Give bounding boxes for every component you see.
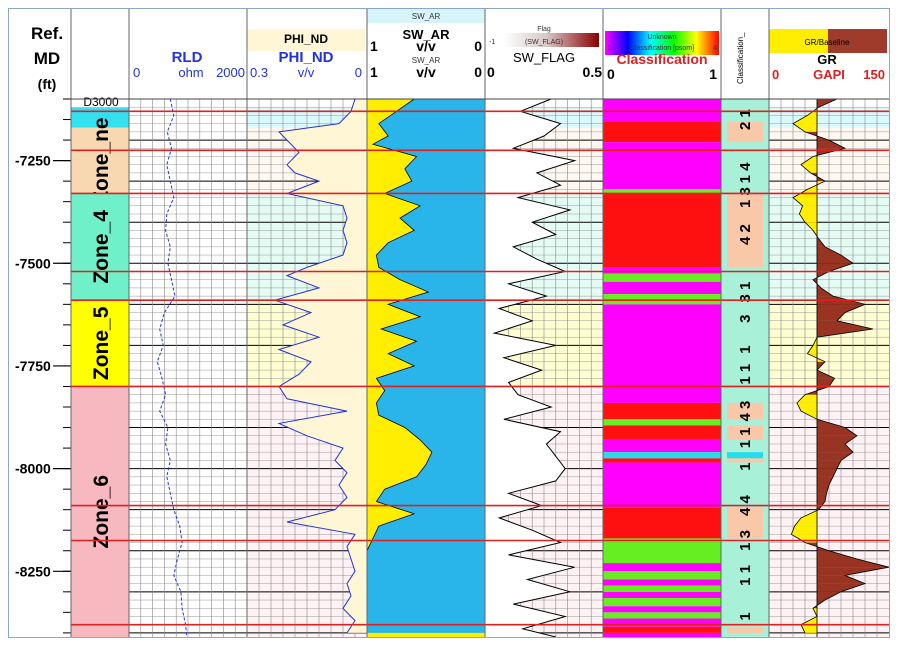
flag-min: 0 [487, 64, 495, 80]
classification-number-label: 3 1 [737, 282, 754, 303]
sw-sub-left: 1 [370, 64, 378, 80]
flag-small-right: 2 [595, 39, 599, 46]
gr-track-name: GR [817, 52, 837, 67]
classification-number-label: 1 [737, 612, 754, 620]
classification-interval [603, 267, 721, 274]
classification-interval [603, 462, 721, 508]
zone-label: Zone_ne [90, 117, 113, 203]
depth-tick-label: -8250 [15, 563, 51, 579]
classification-number-label: 1 1 [737, 364, 754, 385]
classification-number-label: 4 2 [737, 224, 754, 245]
zone-label: Zone_5 [90, 306, 113, 380]
rld-min: 0 [133, 65, 140, 80]
rld-unit: ohm [178, 65, 203, 80]
classification-interval [603, 304, 721, 403]
classification-interval [603, 571, 721, 580]
classification-number-label: 1 4 [737, 162, 754, 184]
classification-interval [603, 439, 721, 453]
gr-max: 150 [863, 67, 885, 82]
sw-unit: v/v [416, 38, 436, 54]
depth-title-line1: Ref. [31, 24, 63, 43]
well-log-panel: Ref. MD (ft) D3000 RLD 0 ohm 2000 PHI_ND… [8, 8, 890, 638]
classification-interval [603, 402, 721, 420]
classification-interval [603, 458, 721, 463]
sw-sub-unit: v/v [416, 64, 436, 80]
classification-interval [603, 281, 721, 295]
classification-interval [603, 626, 721, 633]
phi-unit: v/v [298, 65, 315, 80]
phi-max: 0 [355, 65, 362, 80]
zone-label: Zone_6 [90, 475, 113, 549]
gr-unit: GAPI [813, 67, 845, 82]
classification-interval [603, 612, 721, 619]
depth-tick-label: -7250 [15, 153, 51, 169]
track-area: -7250 -7500 -7750 -8000 -8250 Zone_ne Zone_4 Zo… [9, 98, 889, 637]
classification-interval [603, 419, 721, 426]
class-small-left: 1 [607, 45, 611, 52]
classification-number-label: 4 3 [737, 401, 754, 422]
flag-small-left: -1 [489, 39, 495, 46]
classification-number-label: 2 1 [737, 109, 754, 130]
classification-interval [603, 606, 721, 613]
classification-interval [603, 597, 721, 607]
classification-interval [603, 425, 721, 440]
classification-interval [603, 99, 721, 122]
classification-interval [603, 618, 721, 627]
classification-interval [603, 121, 721, 143]
depth-tick-label: -8000 [15, 461, 51, 477]
classification-interval [603, 579, 721, 586]
sw-top-small: SW_AR [412, 12, 441, 21]
classification-number-label: 1 [737, 462, 754, 470]
classification-interval [603, 538, 721, 564]
classification-interval [603, 273, 721, 282]
gr-min: 0 [772, 67, 779, 82]
classification-track-name: Classification [616, 51, 707, 67]
well-log-chart: Ref. MD (ft) D3000 RLD 0 ohm 2000 PHI_ND… [9, 9, 889, 637]
class-small-right: 4 [713, 45, 717, 52]
phi-min: 0.3 [250, 65, 268, 80]
sw-right-scale: 0 [474, 38, 482, 54]
classification-number-label: 1 1 [737, 427, 754, 448]
classification-number-label: 3 [737, 315, 754, 323]
gr-small-title: GR/Baseline [805, 38, 850, 47]
classification-min: 0 [607, 66, 615, 82]
classification-interval [603, 156, 721, 190]
flag-max: 0.5 [583, 64, 603, 80]
phi-track-name: PHI_ND [278, 49, 333, 66]
sw-sub-right: 0 [474, 64, 482, 80]
classification-interval [603, 142, 721, 157]
classification-number-label: 1 3 [737, 187, 754, 208]
depth-tick-label: -7750 [15, 358, 51, 374]
depth-tick-label: -7500 [15, 255, 51, 271]
phi-top-title: PHI_ND [284, 32, 328, 46]
classification-interval [603, 591, 721, 598]
classification-number-label: 1 [737, 345, 754, 353]
classification-number-rot-label: Classification_ [736, 32, 745, 84]
classification-interval [603, 193, 721, 268]
classification-number-band [727, 452, 763, 459]
sw-left-scale: 1 [370, 38, 378, 54]
well-name: D3000 [83, 95, 119, 109]
flag-small-mid: (SW_FLAG) [525, 39, 563, 46]
classification-number-band [727, 458, 763, 463]
rld-max: 2000 [216, 65, 245, 80]
depth-title-line2: MD [34, 49, 60, 68]
class-small-title: Unknown [647, 34, 676, 41]
classification-interval [603, 452, 721, 459]
classification-interval [603, 507, 721, 539]
classification-number-label: 1 1 [737, 565, 754, 586]
classification-number-band [727, 626, 763, 633]
classification-max: 1 [709, 66, 717, 82]
flag-track-name: SW_FLAG [513, 50, 575, 65]
flag-small-title: Flag [537, 26, 551, 33]
classification-interval [603, 632, 721, 637]
rld-track-name: RLD [172, 49, 203, 66]
classification-interval [603, 563, 721, 572]
gr-fill-segment [791, 526, 817, 535]
classification-interval [603, 294, 721, 305]
zone-label: Zone_4 [90, 210, 113, 284]
depth-unit: (ft) [38, 76, 57, 92]
classification-interval [603, 585, 721, 592]
